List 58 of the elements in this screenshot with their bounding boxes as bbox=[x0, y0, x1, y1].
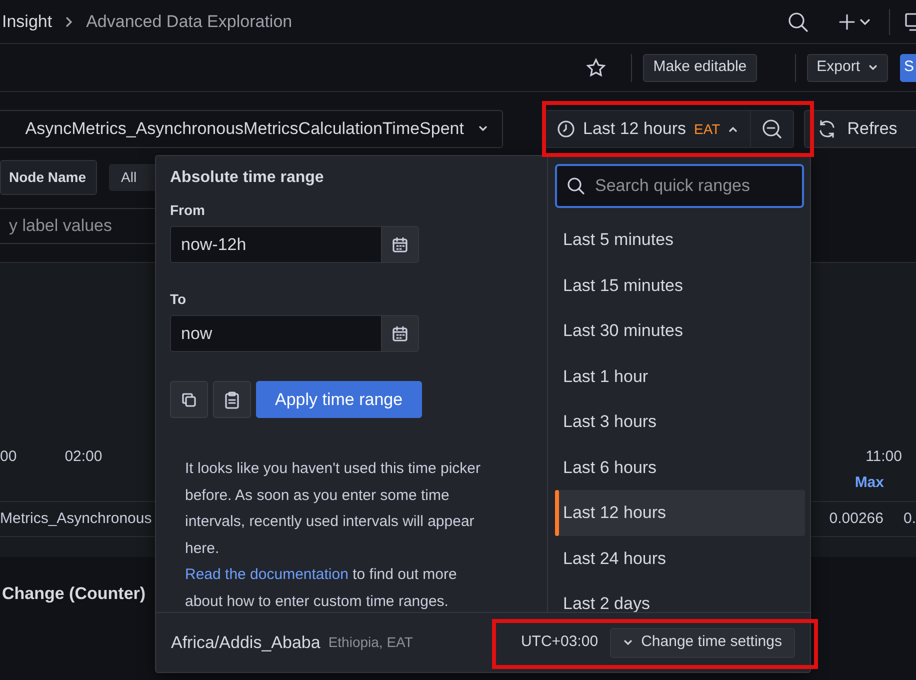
refresh-icon bbox=[817, 119, 838, 139]
clock-icon bbox=[557, 120, 575, 138]
apply-button[interactable]: Apply time range bbox=[256, 381, 422, 418]
quick-range-item[interactable]: Last 24 hours bbox=[555, 536, 805, 581]
legend-value: 0. bbox=[903, 508, 916, 528]
search-field[interactable]: Search quick ranges bbox=[555, 164, 804, 208]
calendar-icon bbox=[391, 324, 409, 342]
quick-range-item[interactable]: Last 5 minutes bbox=[555, 217, 805, 262]
plus-icon[interactable] bbox=[839, 14, 855, 30]
caret-down-icon bbox=[478, 124, 488, 134]
time-input[interactable]: now bbox=[170, 315, 381, 352]
axis-label: 02:00 bbox=[64, 446, 102, 466]
calendar-icon bbox=[391, 236, 409, 254]
help-text: It looks like you haven't used this time picker before. As soon as you enter some time intervals, recently used intervals will appear here. bbox=[185, 459, 482, 558]
legend-value: 0.00266 bbox=[829, 508, 884, 528]
quick-range-item[interactable]: Last 15 minutes bbox=[555, 262, 805, 308]
copy-button[interactable] bbox=[170, 381, 208, 418]
utc-offset: UTC+03:00 bbox=[520, 632, 598, 652]
quick-range-item[interactable]: Last 1 hour bbox=[555, 354, 805, 399]
caret-down-icon bbox=[623, 638, 634, 648]
breadcrumb-link[interactable]: Advanced Data Exploration bbox=[86, 8, 292, 34]
calendar-button[interactable] bbox=[381, 315, 419, 352]
axis-label: 11:00 bbox=[866, 446, 902, 466]
metric-select[interactable]: AsyncMetrics_AsynchronousMetricsCalculationTimeSpent bbox=[0, 110, 503, 148]
clipboard-icon bbox=[224, 390, 240, 408]
quick-range-item[interactable]: Last 6 hours bbox=[555, 444, 805, 490]
search-input[interactable]: Search quick ranges bbox=[593, 172, 783, 200]
breadcrumb-link[interactable]: Insight bbox=[2, 8, 52, 34]
refresh-button[interactable]: Refres bbox=[804, 110, 916, 148]
axis-label: 00 bbox=[0, 446, 17, 466]
primary-button[interactable]: S bbox=[900, 54, 916, 82]
export-button[interactable]: Export bbox=[806, 54, 888, 82]
documentation-link[interactable]: Read the documentation bbox=[185, 566, 348, 583]
search-icon[interactable] bbox=[787, 10, 809, 32]
quick-range-item[interactable]: Last 30 minutes bbox=[555, 308, 805, 354]
time-input[interactable]: now-12h bbox=[170, 226, 381, 263]
change-time-settings-button[interactable]: Change time settings bbox=[610, 628, 795, 658]
quick-range-item[interactable]: Last 12 hours bbox=[555, 490, 805, 536]
chevron-right-icon bbox=[64, 16, 74, 28]
copy-icon bbox=[181, 392, 197, 408]
help-text: Read the documentation to find out more about how to enter custom time ranges. bbox=[185, 565, 458, 612]
make-editable-button[interactable]: Make editable bbox=[643, 54, 757, 82]
timezone-name: Africa/Addis_Ababa bbox=[171, 632, 320, 654]
legend-series-name: Metrics_Asynchronous bbox=[0, 508, 152, 528]
field-label: To bbox=[170, 290, 188, 309]
caret-down-icon bbox=[868, 62, 878, 72]
timezone-detail: Ethiopia, EAT bbox=[328, 633, 413, 652]
star-icon[interactable] bbox=[586, 58, 606, 78]
search-icon bbox=[567, 177, 585, 195]
monitor-icon[interactable] bbox=[902, 12, 916, 32]
paste-button[interactable] bbox=[213, 381, 251, 418]
quick-range-item[interactable]: Last 3 hours bbox=[555, 399, 805, 444]
panel-title: Change (Counter) bbox=[1, 583, 146, 605]
caret-up-icon bbox=[728, 124, 738, 134]
calendar-button[interactable] bbox=[381, 226, 419, 263]
legend-header: Max bbox=[854, 473, 884, 493]
zoom-out-icon bbox=[762, 119, 782, 139]
variable-label: Node Name bbox=[0, 160, 98, 195]
